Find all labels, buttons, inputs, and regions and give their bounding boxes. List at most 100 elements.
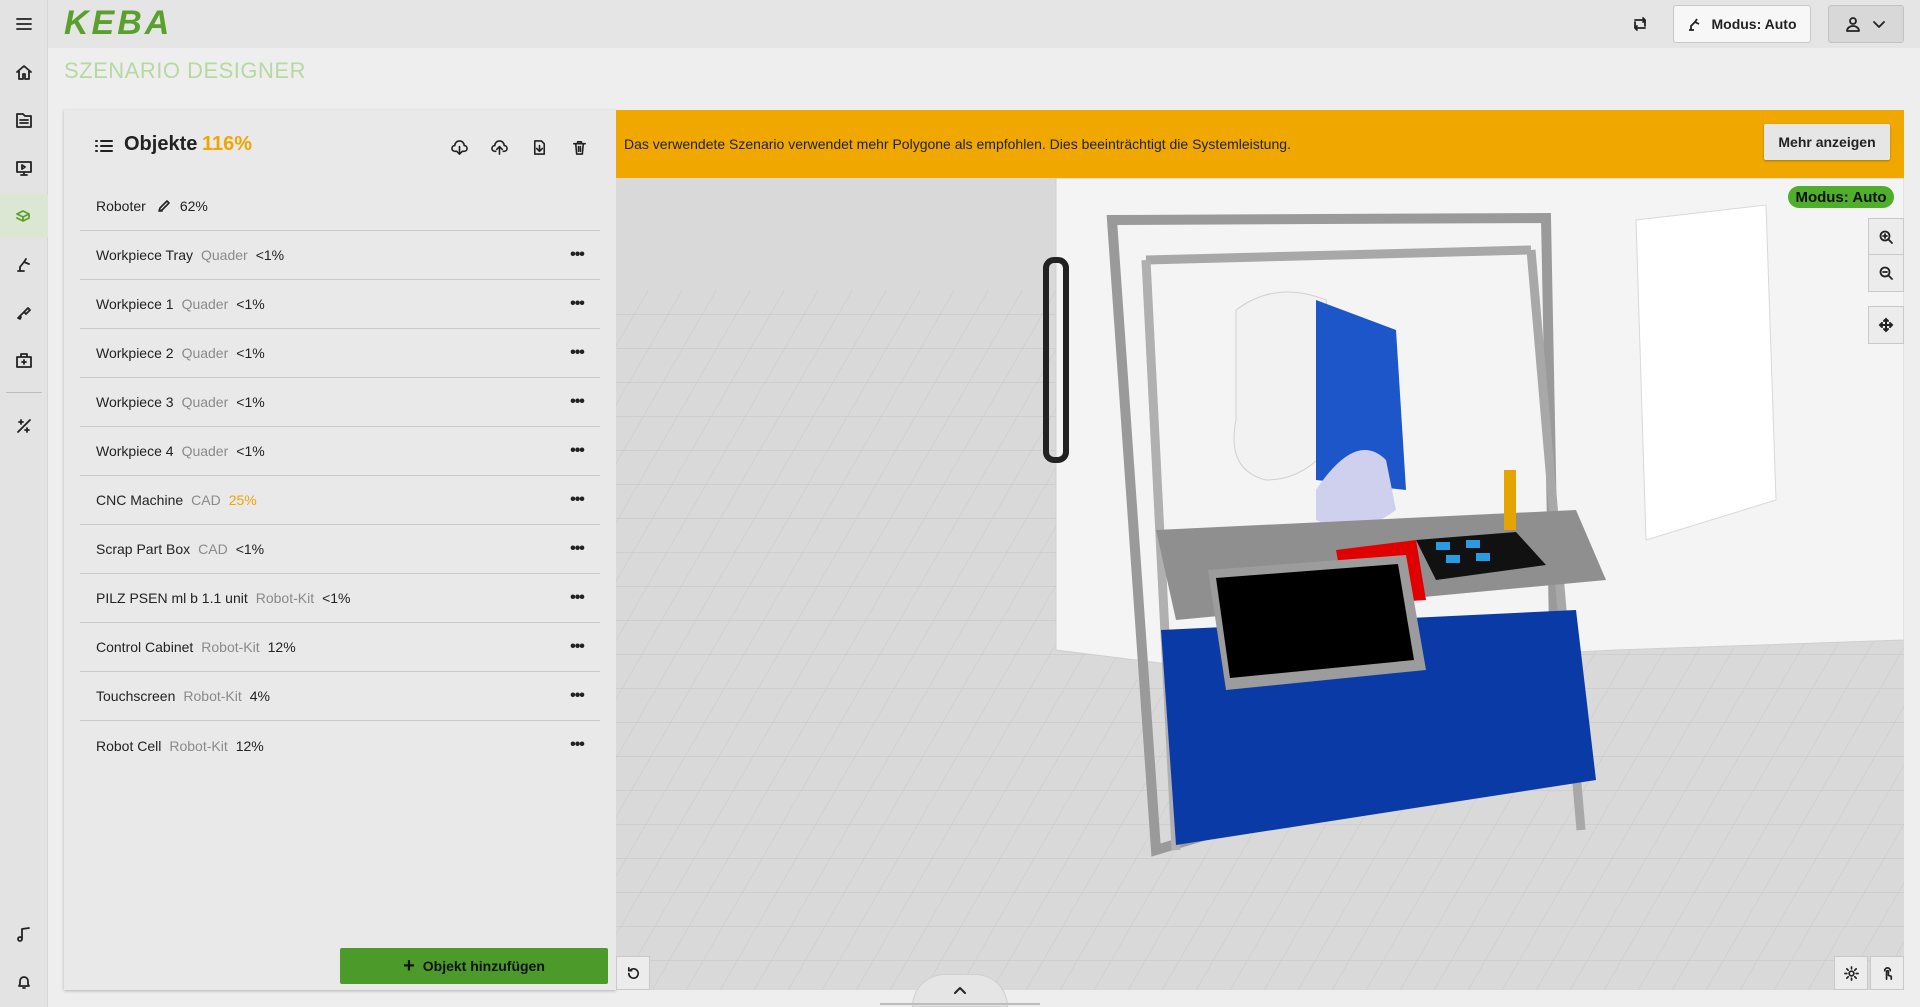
touch-icon bbox=[1883, 966, 1892, 980]
more-options-icon[interactable]: ••• bbox=[566, 686, 588, 706]
music-note-icon bbox=[17, 927, 30, 942]
list-item[interactable]: Roboter 62% bbox=[80, 182, 600, 231]
zoom-out-button[interactable] bbox=[1869, 255, 1903, 291]
mode-button[interactable]: Modus: Auto bbox=[1673, 5, 1811, 43]
more-options-icon[interactable]: ••• bbox=[566, 441, 588, 461]
more-options-icon[interactable]: ••• bbox=[566, 588, 588, 608]
object-percent: <1% bbox=[255, 247, 285, 263]
nav-scenario-designer[interactable] bbox=[0, 194, 48, 238]
objects-panel-header: Objekte 116% bbox=[64, 110, 616, 182]
object-percent: <1% bbox=[235, 541, 265, 557]
object-type: Quader bbox=[181, 345, 229, 361]
cloud-download-button[interactable] bbox=[446, 134, 472, 160]
touch-button[interactable] bbox=[1870, 956, 1904, 990]
more-options-icon[interactable]: ••• bbox=[566, 294, 588, 314]
nav-calibrate[interactable] bbox=[0, 404, 48, 448]
nav-notifications[interactable] bbox=[0, 960, 48, 1004]
list-item[interactable]: Workpiece 4 Quader <1% ••• bbox=[80, 427, 600, 476]
rail-divider bbox=[6, 392, 42, 393]
object-name: CNC Machine bbox=[96, 492, 184, 508]
object-name: Touchscreen bbox=[96, 688, 176, 704]
more-options-icon[interactable]: ••• bbox=[566, 343, 588, 363]
swap-icon bbox=[1634, 17, 1646, 31]
list-icon bbox=[94, 136, 114, 156]
list-item[interactable]: Workpiece 3 Quader <1% ••• bbox=[80, 378, 600, 427]
object-name: Scrap Part Box bbox=[96, 541, 191, 557]
list-item[interactable]: Workpiece 1 Quader <1% ••• bbox=[80, 280, 600, 329]
reset-view-button[interactable] bbox=[616, 956, 650, 990]
plus-icon: + bbox=[403, 955, 415, 977]
list-item[interactable]: PILZ PSEN ml b 1.1 unit Robot-Kit <1% ••… bbox=[80, 574, 600, 623]
bottom-divider bbox=[880, 1003, 1040, 1005]
object-name: Workpiece 2 bbox=[96, 345, 174, 361]
more-options-icon[interactable]: ••• bbox=[566, 245, 588, 265]
cloud-upload-button[interactable] bbox=[486, 134, 512, 160]
objects-title: Objekte bbox=[124, 133, 198, 155]
nav-home[interactable] bbox=[0, 50, 48, 94]
mode-badge: Modus: Auto bbox=[1788, 186, 1894, 208]
delete-all-button[interactable] bbox=[566, 134, 592, 160]
document-icon bbox=[16, 113, 32, 128]
zoom-in-button[interactable] bbox=[1869, 219, 1903, 255]
bell-icon bbox=[18, 976, 30, 989]
nav-tools[interactable] bbox=[0, 290, 48, 334]
object-type: Robot-Kit bbox=[169, 737, 228, 754]
svg-text:KEBA: KEBA bbox=[64, 4, 172, 40]
list-item[interactable]: CNC Machine CAD 25% ••• bbox=[80, 476, 600, 525]
user-menu-button[interactable] bbox=[1828, 5, 1904, 43]
object-name: PILZ PSEN ml b 1.1 unit bbox=[96, 590, 248, 606]
nav-documents[interactable] bbox=[0, 98, 48, 142]
more-options-icon[interactable]: ••• bbox=[566, 490, 588, 510]
file-import-icon bbox=[533, 139, 545, 155]
keba-logo: KEBA bbox=[64, 4, 172, 40]
add-object-button[interactable]: + Objekt hinzufügen bbox=[340, 948, 608, 984]
more-options-icon[interactable]: ••• bbox=[566, 392, 588, 412]
objects-total-percent: 116% bbox=[202, 133, 253, 155]
list-item[interactable]: Scrap Part Box CAD <1% ••• bbox=[80, 525, 600, 574]
tool-icon bbox=[17, 307, 31, 320]
toolbox-icon bbox=[16, 353, 32, 368]
chevron-up-icon bbox=[954, 986, 966, 994]
nav-monitor[interactable] bbox=[0, 146, 48, 190]
nav-robot[interactable] bbox=[0, 242, 48, 286]
objects-panel: Objekte 116% Roboter 62% Workpiece Tray … bbox=[64, 110, 616, 990]
more-options-icon[interactable]: ••• bbox=[566, 539, 588, 559]
zoom-out-icon bbox=[1879, 266, 1893, 280]
object-name: Control Cabinet bbox=[96, 639, 194, 655]
object-type: Quader bbox=[181, 443, 229, 459]
list-item[interactable]: Robot Cell Robot-Kit 12% ••• bbox=[80, 721, 600, 770]
object-name: Workpiece 3 bbox=[96, 394, 174, 410]
menu-button[interactable] bbox=[0, 2, 48, 46]
list-item[interactable]: Workpiece Tray Quader <1% ••• bbox=[80, 231, 600, 280]
gear-icon bbox=[1843, 965, 1859, 981]
zoom-in-icon bbox=[1879, 230, 1893, 244]
nav-toolbox[interactable] bbox=[0, 338, 48, 382]
nav-music[interactable] bbox=[0, 912, 48, 956]
swap-view-button[interactable] bbox=[1626, 10, 1654, 38]
show-more-button[interactable]: Mehr anzeigen bbox=[1764, 124, 1890, 160]
settings-button[interactable] bbox=[1834, 956, 1868, 990]
object-type: Quader bbox=[181, 394, 229, 410]
polygon-warning-banner: Das verwendete Szenario verwendet mehr P… bbox=[616, 110, 1904, 178]
calibrate-icon bbox=[17, 419, 31, 433]
edit-pencil-icon[interactable] bbox=[156, 198, 172, 214]
monitor-icon bbox=[16, 161, 32, 176]
3d-scene[interactable] bbox=[616, 110, 1904, 990]
list-item[interactable]: Touchscreen Robot-Kit 4% ••• bbox=[80, 672, 600, 721]
nav-rail bbox=[0, 0, 48, 1007]
object-type: Robot-Kit bbox=[183, 688, 242, 704]
import-file-button[interactable] bbox=[526, 134, 552, 160]
list-item[interactable]: Control Cabinet Robot-Kit 12% ••• bbox=[80, 623, 600, 672]
list-item[interactable]: Workpiece 2 Quader <1% ••• bbox=[80, 329, 600, 378]
object-percent: 62% bbox=[179, 198, 208, 214]
object-percent: 4% bbox=[249, 688, 270, 704]
object-type: CAD bbox=[198, 541, 228, 557]
pan-button[interactable] bbox=[1868, 306, 1904, 344]
scenario-icon bbox=[16, 210, 30, 222]
more-options-icon[interactable]: ••• bbox=[566, 735, 588, 755]
object-percent: 25% bbox=[228, 492, 257, 508]
more-options-icon[interactable]: ••• bbox=[566, 637, 588, 657]
3d-viewport[interactable]: Das verwendete Szenario verwendet mehr P… bbox=[616, 110, 1904, 990]
add-object-label: Objekt hinzufügen bbox=[422, 958, 545, 974]
object-type: Quader bbox=[181, 296, 229, 312]
